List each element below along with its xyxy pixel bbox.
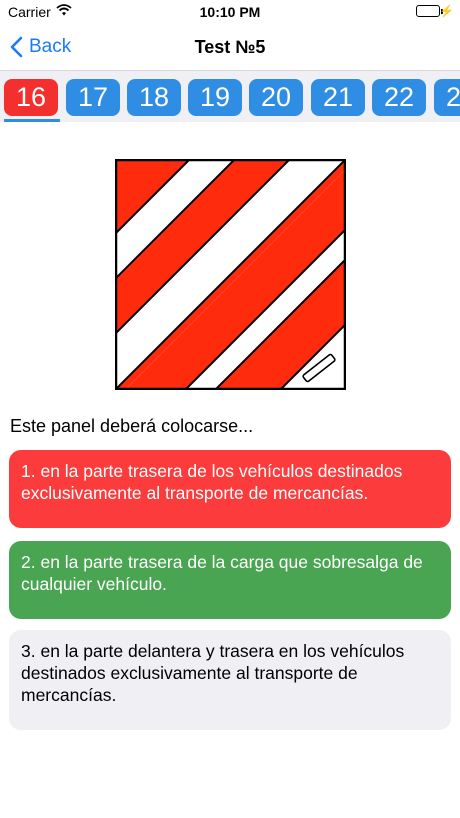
answer-option-1[interactable]: 1. en la parte trasera de los vehículos …	[9, 450, 451, 528]
tab-17[interactable]: 17	[66, 79, 120, 116]
charging-icon: ⚡	[439, 4, 454, 18]
warning-panel-image	[115, 159, 346, 390]
battery-icon	[416, 5, 440, 17]
tab-23[interactable]: 23	[434, 79, 460, 116]
status-time: 10:10 PM	[199, 4, 261, 20]
answer-option-2[interactable]: 2. en la parte trasera de la carga que s…	[9, 541, 451, 619]
question-tabs: 16 17 18 19 20 21 22 23	[0, 70, 460, 122]
tab-19[interactable]: 19	[188, 79, 242, 116]
tab-21[interactable]: 21	[311, 79, 365, 116]
page-title: Test №5	[194, 37, 266, 57]
tab-20[interactable]: 20	[249, 79, 303, 116]
tab-18[interactable]: 18	[127, 79, 181, 116]
question-text: Este panel deberá colocarse...	[10, 416, 254, 436]
active-tab-indicator	[4, 119, 60, 122]
navigation-bar: Back Test №5	[0, 24, 460, 70]
tab-16[interactable]: 16	[4, 79, 58, 116]
answer-option-3[interactable]: 3. en la parte delantera y trasera en lo…	[9, 630, 451, 730]
status-bar: Carrier 10:10 PM ⚡	[0, 0, 460, 24]
tab-22[interactable]: 22	[372, 79, 426, 116]
